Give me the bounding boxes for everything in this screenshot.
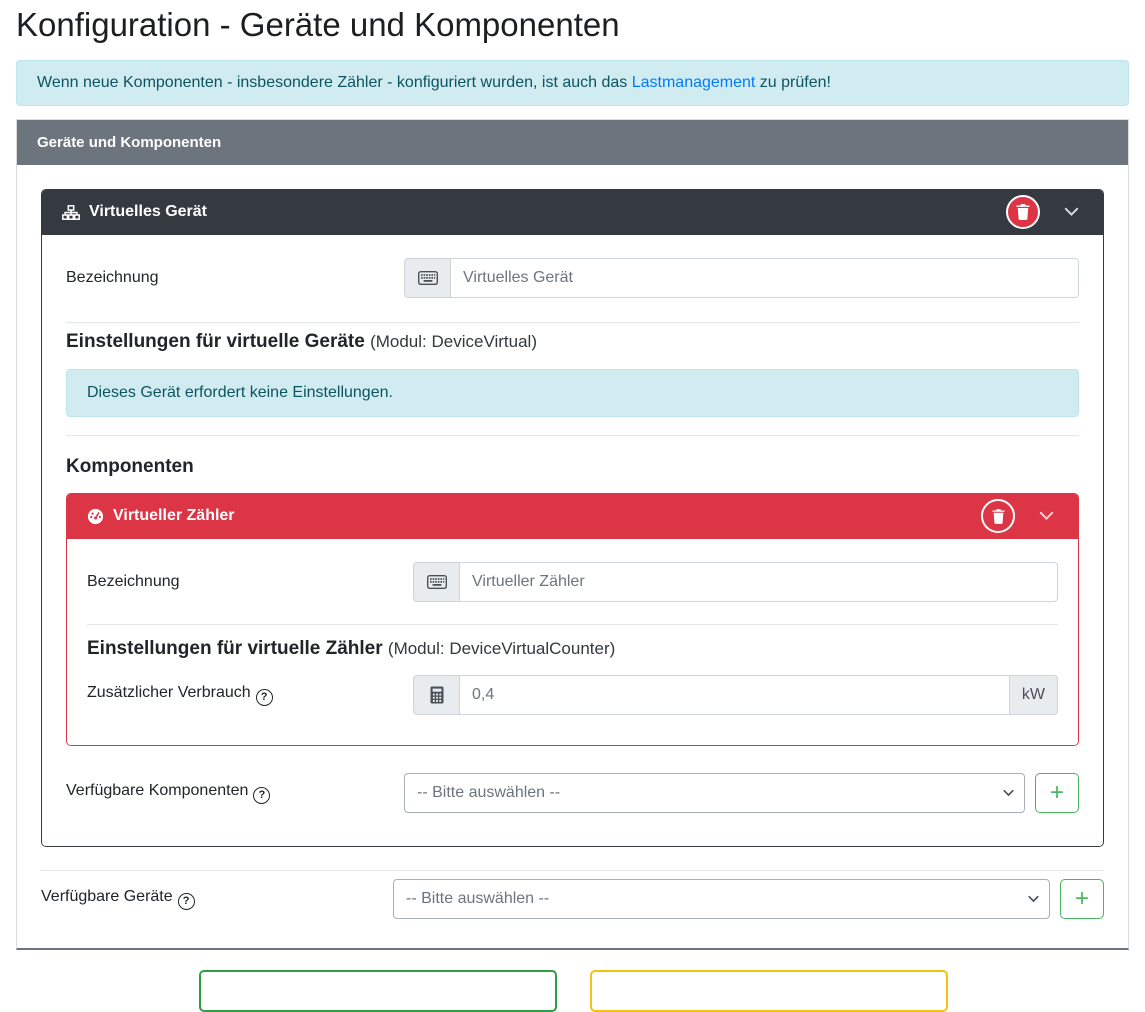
virtual-counter-title: Virtueller Zähler xyxy=(113,507,235,525)
chevron-down-icon xyxy=(1039,511,1054,521)
available-components-select[interactable]: -- Bitte auswählen -- xyxy=(404,772,1025,813)
panel-body: Virtuelles Gerät Bezeichnung Virtuelles … xyxy=(17,165,1128,948)
no-settings-alert: Dieses Gerät erfordert keine Einstellung… xyxy=(66,368,1079,417)
device-bezeichnung-row: Bezeichnung xyxy=(66,257,1079,298)
virtual-device-card: Virtuelles Gerät Bezeichnung Virtuelles … xyxy=(41,188,1104,847)
counter-settings-heading: Einstellungen für virtuelle Zähler (Modu… xyxy=(87,638,1058,660)
bottom-actions xyxy=(16,969,1129,1012)
device-bezeichnung-input[interactable] xyxy=(450,257,1079,298)
divider xyxy=(66,434,1079,436)
available-components-label-text: Verfügbare Komponenten xyxy=(66,782,249,800)
page-title: Konfiguration - Geräte und Komponenten xyxy=(16,6,620,43)
virtual-counter-card-body: Bezeichnung Virtueller Zähler Einstellun… xyxy=(67,538,1078,745)
device-bezeichnung-input-group xyxy=(404,257,1079,298)
add-component-button[interactable]: + xyxy=(1035,772,1079,813)
delete-component-button[interactable] xyxy=(981,499,1015,534)
counter-settings-module: (Modul: DeviceVirtualCounter) xyxy=(387,638,616,658)
device-settings-heading: Einstellungen für virtuelle Geräte (Modu… xyxy=(66,331,1079,353)
trash-icon xyxy=(1016,204,1030,221)
virtual-device-card-header[interactable]: Virtuelles Gerät xyxy=(42,189,1103,235)
keyboard-icon xyxy=(413,561,459,602)
trash-icon xyxy=(991,509,1005,524)
verbrauch-input-group: kW xyxy=(413,674,1058,715)
sitemap-icon xyxy=(62,204,80,220)
divider xyxy=(87,623,1058,625)
tachometer-icon xyxy=(87,508,104,525)
collapse-device-chevron[interactable] xyxy=(1060,203,1083,221)
lastmanagement-alert: Wenn neue Komponenten - insbesondere Zäh… xyxy=(16,59,1129,106)
question-circle-icon[interactable] xyxy=(253,786,271,804)
available-devices-select[interactable]: -- Bitte auswählen -- xyxy=(393,878,1050,919)
verbrauch-row: Zusätzlicher Verbrauch? 0,4 kW xyxy=(87,674,1058,715)
calculator-icon xyxy=(413,674,459,715)
panel-header: Geräte und Komponenten xyxy=(17,119,1128,165)
counter-bezeichnung-row: Bezeichnung xyxy=(87,561,1058,602)
lastmanagement-link[interactable]: Lastmanagement xyxy=(632,74,756,91)
available-components-row: Verfügbare Komponenten -- Bitte auswähle… xyxy=(66,772,1079,813)
counter-bezeichnung-label: Bezeichnung xyxy=(87,572,180,590)
alert-text-before: Wenn neue Komponenten - insbesondere Zäh… xyxy=(37,73,632,91)
devices-panel: Geräte und Komponenten Virtuelles Gerät xyxy=(16,118,1129,950)
keyboard-icon xyxy=(404,257,450,298)
delete-device-button[interactable] xyxy=(1006,195,1040,230)
counter-bezeichnung-input-group xyxy=(413,561,1058,602)
collapse-component-chevron[interactable] xyxy=(1035,507,1058,525)
virtual-device-title: Virtuelles Gerät xyxy=(89,203,207,221)
verbrauch-unit: kW xyxy=(1009,674,1058,715)
available-devices-label-text: Verfügbare Geräte xyxy=(41,888,173,906)
device-settings-module: (Modul: DeviceVirtual) xyxy=(370,331,537,351)
available-components-select-wrap: -- Bitte auswählen -- xyxy=(404,772,1025,813)
question-circle-icon[interactable] xyxy=(177,892,195,910)
virtual-counter-card: Virtueller Zähler Bezeichnung Virtueller… xyxy=(66,492,1079,746)
available-devices-row: Verfügbare Geräte -- Bitte auswählen -- … xyxy=(41,878,1104,919)
chevron-down-icon xyxy=(1064,207,1079,217)
bottom-green-button[interactable] xyxy=(199,969,557,1012)
question-circle-icon[interactable] xyxy=(255,688,273,706)
virtual-device-card-body: Bezeichnung Virtuelles Gerät Einstellung… xyxy=(42,234,1103,846)
verbrauch-label: Zusätzlicher Verbrauch xyxy=(87,684,413,706)
alert-text-after: zu prüfen! xyxy=(755,73,831,91)
counter-bezeichnung-input[interactable] xyxy=(459,561,1058,602)
verbrauch-input[interactable] xyxy=(459,674,1010,715)
divider xyxy=(66,321,1079,323)
device-bezeichnung-label: Bezeichnung xyxy=(66,268,159,286)
add-device-button[interactable]: + xyxy=(1060,878,1104,919)
bottom-yellow-button[interactable] xyxy=(590,969,948,1012)
components-heading: Komponenten xyxy=(66,455,194,477)
counter-settings-heading-text: Einstellungen für virtuelle Zähler xyxy=(87,637,383,659)
verbrauch-label-text: Zusätzlicher Verbrauch xyxy=(87,684,251,702)
available-devices-select-wrap: -- Bitte auswählen -- xyxy=(393,878,1050,919)
divider xyxy=(41,869,1104,871)
available-components-label: Verfügbare Komponenten xyxy=(66,782,404,804)
virtual-counter-card-header[interactable]: Virtueller Zähler xyxy=(67,493,1078,539)
device-settings-heading-text: Einstellungen für virtuelle Geräte xyxy=(66,330,365,352)
available-devices-label: Verfügbare Geräte xyxy=(41,888,393,910)
